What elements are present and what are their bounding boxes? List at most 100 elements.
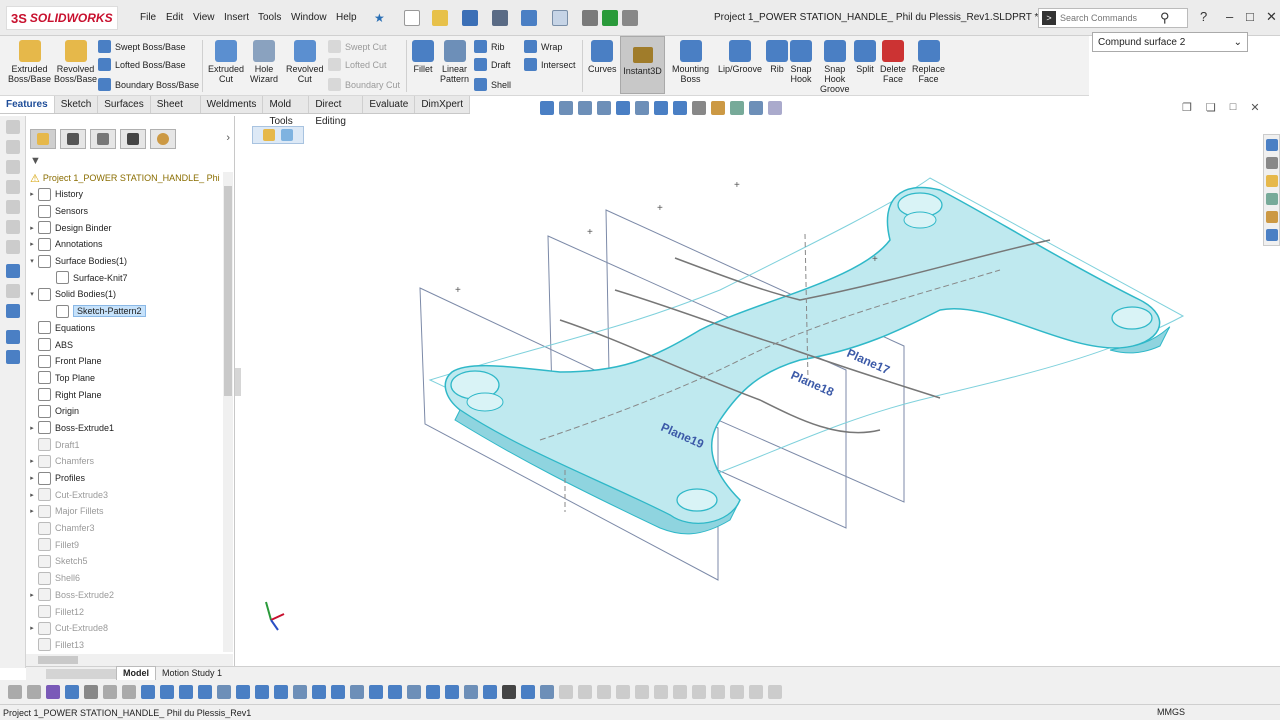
tree-item[interactable]: Origin bbox=[26, 403, 223, 420]
tool-icon[interactable] bbox=[407, 685, 421, 699]
tool-icon[interactable] bbox=[141, 685, 155, 699]
tool-icon[interactable] bbox=[426, 685, 440, 699]
tool-icon[interactable] bbox=[388, 685, 402, 699]
dimxpert-manager-tab[interactable] bbox=[120, 129, 146, 149]
tab-features[interactable]: Features bbox=[0, 96, 55, 113]
tool-icon[interactable] bbox=[350, 685, 364, 699]
menu-tools[interactable]: Tools bbox=[258, 12, 281, 23]
tab-sketch[interactable]: Sketch bbox=[55, 96, 99, 113]
tool-icon[interactable] bbox=[521, 685, 535, 699]
close-icon[interactable]: ✕ bbox=[1266, 9, 1277, 25]
tree-item[interactable]: ▸ Boss-Extrude1 bbox=[26, 420, 223, 437]
draft-button[interactable]: Draft bbox=[474, 58, 511, 71]
apply-scene-icon[interactable] bbox=[730, 101, 744, 115]
panel-icon[interactable] bbox=[6, 160, 20, 174]
hide-show-items-icon[interactable] bbox=[692, 101, 706, 115]
feature-tree-scrollbar[interactable] bbox=[223, 172, 233, 652]
display-style-icon[interactable] bbox=[673, 101, 687, 115]
split-button[interactable]: Split bbox=[854, 40, 876, 74]
select-cursor-icon[interactable] bbox=[552, 10, 568, 26]
zoom-to-area-icon[interactable] bbox=[578, 101, 592, 115]
tool-icon[interactable] bbox=[445, 685, 459, 699]
expand-arrow-icon[interactable]: ▸ bbox=[26, 424, 38, 432]
menu-view[interactable]: View bbox=[193, 12, 215, 23]
tool-icon[interactable] bbox=[711, 685, 725, 699]
tree-item[interactable]: ▾ Surface Bodies(1) bbox=[26, 253, 223, 270]
expand-arrow-icon[interactable]: ▸ bbox=[26, 240, 38, 248]
close-view-icon[interactable]: ✕ bbox=[1250, 101, 1259, 114]
swept-cut-button[interactable]: Swept Cut bbox=[328, 40, 387, 53]
delete-face-button[interactable]: Delete Face bbox=[880, 40, 906, 84]
mounting-boss-right[interactable] bbox=[1111, 306, 1153, 330]
solidworks-logo[interactable]: 3S SOLIDWORKS bbox=[6, 6, 118, 30]
tree-item[interactable]: ▸ Major Fillets bbox=[26, 503, 223, 520]
search-input[interactable] bbox=[1060, 13, 1160, 23]
lip-groove-button[interactable]: Lip/Groove bbox=[718, 40, 762, 74]
maximize-view-icon[interactable]: □ bbox=[1230, 101, 1237, 114]
plane18-label[interactable]: Plane18 bbox=[789, 368, 836, 399]
tree-item[interactable]: ▸ Cut-Extrude8 bbox=[26, 620, 223, 637]
tool-icon[interactable] bbox=[160, 685, 174, 699]
tool-icon[interactable] bbox=[654, 685, 668, 699]
section-view-icon[interactable] bbox=[616, 101, 630, 115]
tool-icon[interactable] bbox=[217, 685, 231, 699]
revolved-boss-button[interactable]: Revolved Boss/Base bbox=[54, 40, 97, 84]
tab-scroll-arrows[interactable] bbox=[46, 668, 116, 679]
expand-arrow-icon[interactable]: ▸ bbox=[26, 457, 38, 465]
rib-button[interactable]: Rib bbox=[474, 40, 505, 53]
menu-insert[interactable]: Insert bbox=[224, 12, 249, 23]
replace-face-button[interactable]: Replace Face bbox=[912, 40, 945, 84]
design-library-icon[interactable] bbox=[1266, 157, 1278, 169]
maximize-icon[interactable]: □ bbox=[1246, 9, 1254, 24]
graphics-area[interactable]: + + + + + Plane17 Plane18 Plane19 bbox=[240, 116, 1260, 666]
print-icon[interactable] bbox=[492, 10, 508, 26]
tree-item[interactable]: Right Plane bbox=[26, 386, 223, 403]
tree-item[interactable]: Fillet9 bbox=[26, 536, 223, 553]
hole-wizard-button[interactable]: Hole Wizard bbox=[250, 40, 278, 84]
zoom-to-fit-icon[interactable] bbox=[559, 101, 573, 115]
tool-icon[interactable] bbox=[483, 685, 497, 699]
tree-item[interactable]: Sensors bbox=[26, 203, 223, 220]
mounting-boss-bottom[interactable] bbox=[676, 488, 718, 512]
tool-icon[interactable] bbox=[27, 685, 41, 699]
tab-weldments[interactable]: Weldments bbox=[201, 96, 264, 113]
tree-item[interactable]: ABS bbox=[26, 336, 223, 353]
view-orientation-icon[interactable] bbox=[540, 101, 554, 115]
extruded-boss-button[interactable]: Extruded Boss/Base bbox=[8, 40, 51, 84]
tool-icon[interactable] bbox=[673, 685, 687, 699]
tool-icon[interactable] bbox=[198, 685, 212, 699]
dynamic-annotation-icon[interactable] bbox=[635, 101, 649, 115]
open-document-icon[interactable] bbox=[432, 10, 448, 26]
edit-appearance-icon[interactable] bbox=[711, 101, 725, 115]
menu-help[interactable]: Help bbox=[336, 12, 357, 23]
property-manager-tab[interactable] bbox=[60, 129, 86, 149]
tab-sheet-metal[interactable]: Sheet Metal bbox=[151, 96, 201, 127]
tree-item[interactable]: ▸ History bbox=[26, 186, 223, 203]
panel-icon[interactable] bbox=[6, 240, 20, 254]
tree-item[interactable]: Chamfer3 bbox=[26, 520, 223, 537]
tool-icon[interactable] bbox=[369, 685, 383, 699]
tool-icon[interactable] bbox=[597, 685, 611, 699]
expand-arrow-icon[interactable]: ▸ bbox=[26, 507, 38, 515]
display-pane-icon[interactable] bbox=[768, 101, 782, 115]
fillet-button[interactable]: Fillet bbox=[412, 40, 434, 74]
expanded-arrow-icon[interactable]: ▾ bbox=[26, 257, 38, 265]
curves-button[interactable]: Curves bbox=[588, 40, 617, 74]
tree-item[interactable]: Surface-Knit7 bbox=[26, 269, 223, 286]
shell-button[interactable]: Shell bbox=[474, 78, 511, 91]
scrollbar-thumb[interactable] bbox=[224, 186, 232, 396]
snap-hook-groove-button[interactable]: Snap Hook Groove bbox=[820, 40, 850, 94]
tool-icon[interactable] bbox=[331, 685, 345, 699]
panel-icon[interactable] bbox=[6, 180, 20, 194]
tool-icon[interactable] bbox=[179, 685, 193, 699]
tool-icon[interactable] bbox=[103, 685, 117, 699]
tree-item[interactable]: ▸ Annotations bbox=[26, 236, 223, 253]
panel-icon[interactable] bbox=[6, 284, 20, 298]
tree-item[interactable]: ▸ Chamfers bbox=[26, 453, 223, 470]
tool-icon[interactable] bbox=[768, 685, 782, 699]
linear-pattern-button[interactable]: Linear Pattern bbox=[440, 40, 469, 84]
tool-icon[interactable] bbox=[122, 685, 136, 699]
tree-item[interactable]: Top Plane bbox=[26, 370, 223, 387]
custom-properties-icon[interactable] bbox=[1266, 229, 1278, 241]
tool-icon[interactable] bbox=[236, 685, 250, 699]
